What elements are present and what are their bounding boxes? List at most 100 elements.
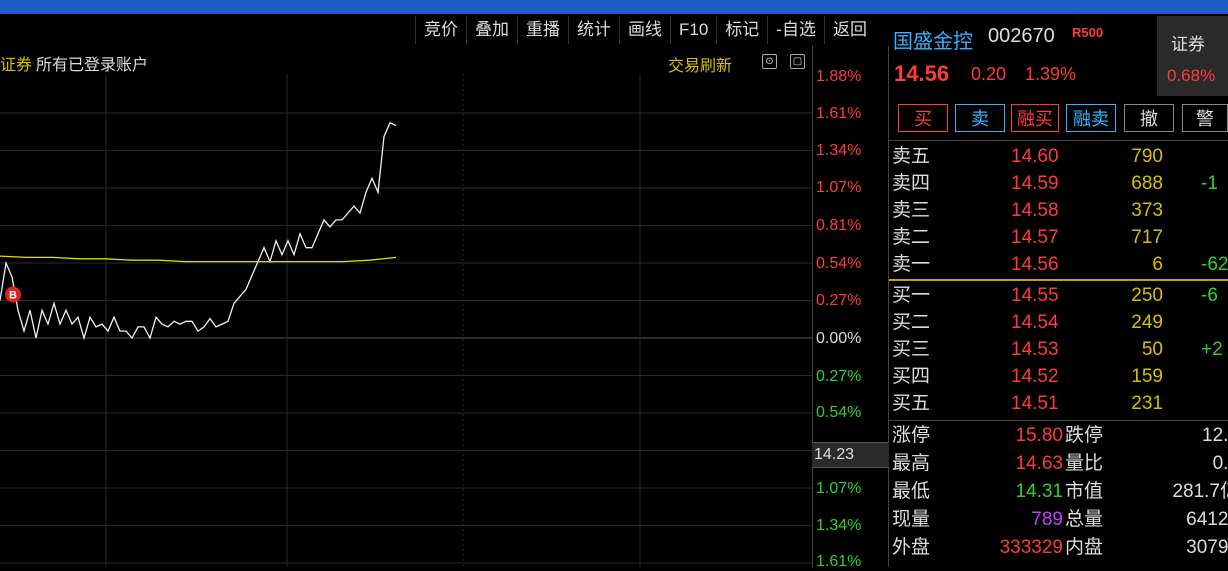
ask-label: 卖三: [892, 200, 931, 221]
stat-row: 涨停 15.80 跌停 12.9: [889, 422, 1228, 450]
toolbar-auction-button[interactable]: 竞价: [415, 16, 466, 44]
bid-change: +2: [1201, 339, 1223, 360]
toolbar-back-button[interactable]: 返回: [823, 16, 875, 44]
sell-button[interactable]: 卖: [955, 104, 1005, 132]
margin-buy-button[interactable]: 融买: [1011, 104, 1059, 132]
ask-row[interactable]: 卖二 14.57 717: [889, 224, 1228, 251]
ask-change: -1: [1201, 173, 1218, 194]
price-change: 0.20: [971, 64, 1007, 84]
bid-row[interactable]: 买二 14.54 249: [889, 309, 1228, 336]
buy-button[interactable]: 买: [898, 104, 948, 132]
ask-price: 14.58: [1011, 200, 1059, 221]
limit-down-label: 跌停: [1065, 425, 1104, 446]
bid-volume: 250: [1131, 285, 1163, 306]
ask-volume: 688: [1131, 173, 1163, 194]
toolbar-remove-watchlist-button[interactable]: -自选: [767, 16, 824, 44]
toolbar-replay-button[interactable]: 重播: [517, 16, 568, 44]
ask-label: 卖二: [892, 227, 931, 248]
pct-label: 0.81%: [816, 217, 862, 234]
chart-toolbar: 竞价 叠加 重播 统计 画线 F10 标记 -自选 返回: [415, 16, 875, 44]
bid-row[interactable]: 买四 14.52 159: [889, 363, 1228, 390]
sector-tag[interactable]: 证券 0.68%: [1157, 16, 1228, 96]
ask-label: 卖五: [892, 146, 931, 167]
ask-row[interactable]: 卖四 14.59 688 -1: [889, 170, 1228, 197]
price-alert-button[interactable]: 警: [1182, 104, 1228, 132]
trade-refresh-link[interactable]: 交易刷新: [668, 52, 732, 76]
ask-row[interactable]: 卖三 14.58 373: [889, 197, 1228, 224]
window-toggle-icon[interactable]: ▢: [790, 54, 805, 69]
toolbar-f10-button[interactable]: F10: [670, 16, 716, 44]
account-selector[interactable]: 证券 所有已登录账户: [0, 51, 148, 75]
margin-badge: R500: [1072, 25, 1104, 40]
limit-down-value: 12.9: [1202, 425, 1228, 446]
average-price-line: [0, 255, 397, 263]
toolbar-mark-button[interactable]: 标记: [716, 16, 767, 44]
market-cap-value: 281.7亿: [1172, 481, 1228, 502]
stock-code: 002670: [988, 25, 1055, 47]
current-price-marker: 14.23: [812, 442, 889, 468]
pct-label: 1.07%: [816, 480, 862, 497]
bid-label: 买二: [892, 312, 931, 333]
bid-volume: 159: [1131, 366, 1163, 387]
margin-sell-button[interactable]: 融卖: [1066, 104, 1116, 132]
ask-price: 14.60: [1011, 146, 1059, 167]
toolbar-overlay-button[interactable]: 叠加: [466, 16, 517, 44]
inner-volume-value: 30793: [1186, 537, 1228, 558]
settings-icon[interactable]: ⊙: [762, 54, 777, 69]
total-volume-label: 总量: [1065, 509, 1104, 530]
bid-label: 买五: [892, 393, 931, 414]
cancel-order-button[interactable]: 撤: [1124, 104, 1174, 132]
account-label: 证券: [0, 57, 33, 74]
pct-label: 1.34%: [816, 517, 862, 534]
outer-volume-label: 外盘: [892, 537, 931, 558]
ask-label: 卖四: [892, 173, 931, 194]
percent-axis: 1.88% 1.61% 1.34% 1.07% 0.81% 0.54% 0.27…: [812, 46, 889, 570]
spread-separator: [889, 279, 1228, 281]
ask-price: 14.57: [1011, 227, 1059, 248]
bid-volume: 231: [1131, 393, 1163, 414]
pct-label: 1.61%: [816, 553, 862, 570]
current-volume-value: 789: [1031, 509, 1063, 530]
bid-price: 14.55: [1011, 285, 1059, 306]
market-cap-label: 市值: [1065, 481, 1104, 502]
toolbar-draw-line-button[interactable]: 画线: [619, 16, 670, 44]
ask-volume: 6: [1152, 254, 1163, 275]
ask-volume: 373: [1131, 200, 1163, 221]
total-volume-value: 64126: [1186, 509, 1228, 530]
inner-volume-label: 内盘: [1065, 537, 1104, 558]
account-scope-label: 所有已登录账户: [36, 57, 149, 74]
pct-label: 1.88%: [816, 68, 862, 85]
price-change-pct: 1.39%: [1025, 64, 1077, 84]
bid-price: 14.52: [1011, 366, 1059, 387]
low-label: 最低: [892, 481, 931, 502]
divider: [889, 420, 1228, 421]
volume-ratio-label: 量比: [1065, 453, 1104, 474]
stock-name[interactable]: 国盛金控: [893, 25, 973, 54]
ask-row[interactable]: 卖五 14.60 790: [889, 143, 1228, 170]
intraday-chart[interactable]: B 证券 所有已登录账户 交易刷新 ⊙ ▢: [0, 46, 813, 567]
pct-label: 0.54%: [816, 255, 862, 272]
buy-marker-label: B: [9, 290, 17, 302]
toolbar-statistics-button[interactable]: 统计: [568, 16, 619, 44]
ask-volume: 790: [1131, 146, 1163, 167]
bid-price: 14.51: [1011, 393, 1059, 414]
current-volume-label: 现量: [892, 509, 931, 530]
pct-label: 0.54%: [816, 404, 862, 421]
pct-label: 1.07%: [816, 179, 862, 196]
bid-label: 买三: [892, 339, 931, 360]
pct-label: 1.34%: [816, 142, 862, 159]
pct-label: 0.27%: [816, 368, 862, 385]
high-label: 最高: [892, 453, 931, 474]
bid-row[interactable]: 买五 14.51 231: [889, 390, 1228, 417]
pct-label: 0.27%: [816, 292, 862, 309]
intraday-chart-canvas: B: [0, 74, 812, 567]
stat-row: 现量 789 总量 64126: [889, 506, 1228, 534]
outer-volume-value: 333329: [999, 537, 1063, 558]
bid-volume: 249: [1131, 312, 1163, 333]
bid-row[interactable]: 买一 14.55 250 -6: [889, 282, 1228, 309]
pct-label: 1.61%: [816, 105, 862, 122]
ask-row[interactable]: 卖一 14.56 6 -62: [889, 251, 1228, 278]
stat-row: 最低 14.31 市值 281.7亿: [889, 478, 1228, 506]
limit-up-value: 15.80: [1015, 425, 1063, 446]
bid-row[interactable]: 买三 14.53 50 +2: [889, 336, 1228, 363]
